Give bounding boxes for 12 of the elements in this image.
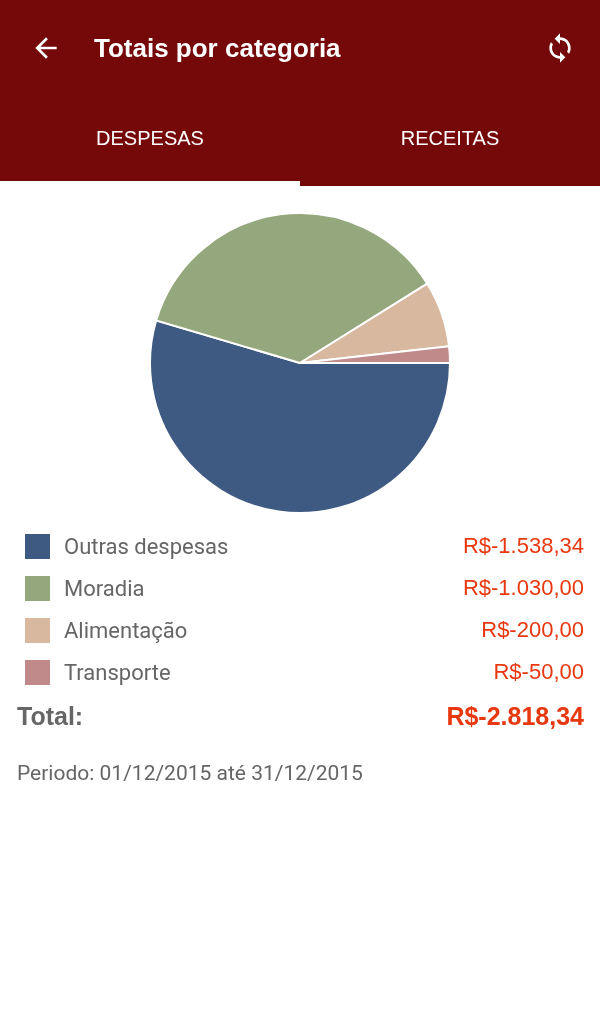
- category-amount: R$-200,00: [481, 617, 584, 643]
- screen-title: Totais por categoria: [94, 32, 342, 64]
- period-text: Periodo: 01/12/2015 até 31/12/2015: [16, 760, 364, 785]
- total-label: Total:: [17, 702, 84, 731]
- total-amount: R$-2.818,34: [446, 702, 584, 731]
- category-amount: R$-1.030,00: [462, 575, 584, 601]
- category-name: Alimentação: [64, 617, 189, 643]
- category-name: Moradia: [64, 575, 146, 601]
- category-amount: R$-1.538,34: [462, 533, 584, 559]
- category-name: Outras despesas: [64, 533, 230, 559]
- category-name: Transporte: [64, 659, 172, 685]
- category-amount: R$-50,00: [493, 659, 584, 685]
